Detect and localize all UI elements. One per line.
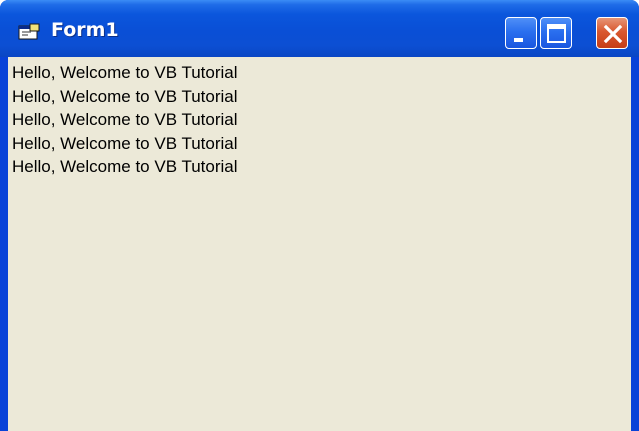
form-icon[interactable] xyxy=(18,23,40,41)
form1-window: Form1 Hello, Welcome to VB Tutorial Hell… xyxy=(0,0,639,431)
minimize-icon xyxy=(514,38,523,42)
close-button[interactable] xyxy=(596,17,628,49)
maximize-icon xyxy=(547,24,566,43)
output-line: Hello, Welcome to VB Tutorial xyxy=(12,86,238,106)
close-icon xyxy=(603,24,623,44)
output-line: Hello, Welcome to VB Tutorial xyxy=(12,110,238,129)
form-client-area: Hello, Welcome to VB Tutorial Hello, Wel… xyxy=(8,57,631,431)
title-bar[interactable]: Form1 xyxy=(0,0,639,57)
output-line: Hello, Welcome to VB Tutorial xyxy=(12,157,238,176)
maximize-button[interactable] xyxy=(540,17,572,49)
output-line: Hello, Welcome to VB Tutorial xyxy=(12,63,238,82)
output-line: Hello, Welcome to VB Tutorial xyxy=(12,133,238,153)
window-title: Form1 xyxy=(51,19,119,41)
minimize-button[interactable] xyxy=(505,17,537,49)
